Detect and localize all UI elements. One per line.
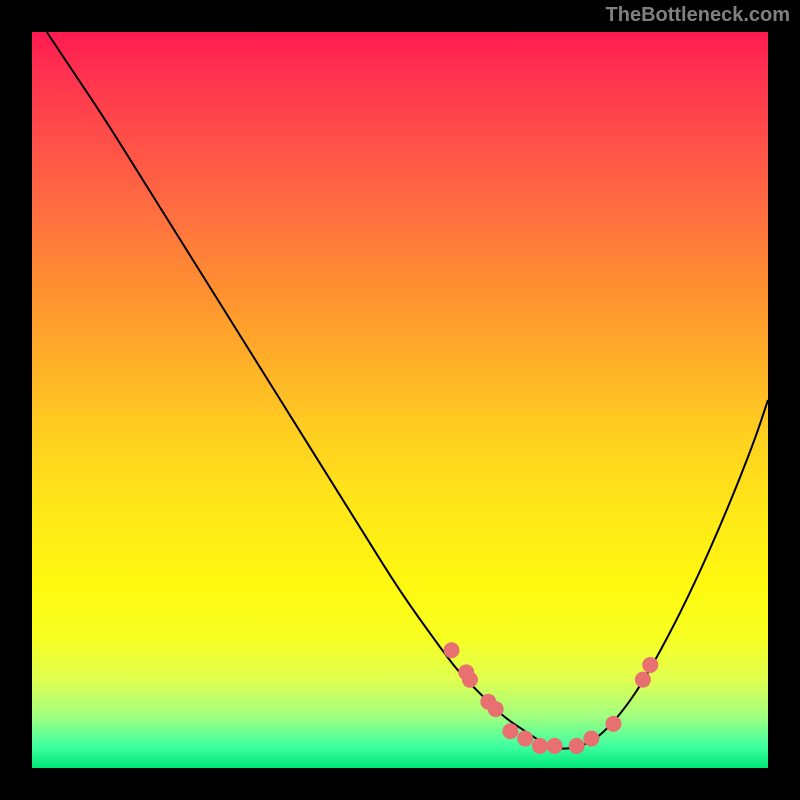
attribution-text: TheBottleneck.com: [606, 4, 790, 27]
highlight-dot: [642, 657, 658, 673]
bottleneck-curve: [47, 32, 768, 749]
highlight-dot: [532, 738, 548, 754]
chart-svg: [32, 32, 768, 768]
highlight-dot: [583, 731, 599, 747]
highlight-dot: [462, 672, 478, 688]
highlight-dot: [517, 731, 533, 747]
highlight-dot: [502, 723, 518, 739]
highlight-dot: [635, 672, 651, 688]
highlight-dots: [444, 642, 659, 754]
highlight-dot: [444, 642, 460, 658]
highlight-dot: [569, 738, 585, 754]
highlight-dot: [605, 716, 621, 732]
highlight-dot: [488, 701, 504, 717]
highlight-dot: [547, 738, 563, 754]
